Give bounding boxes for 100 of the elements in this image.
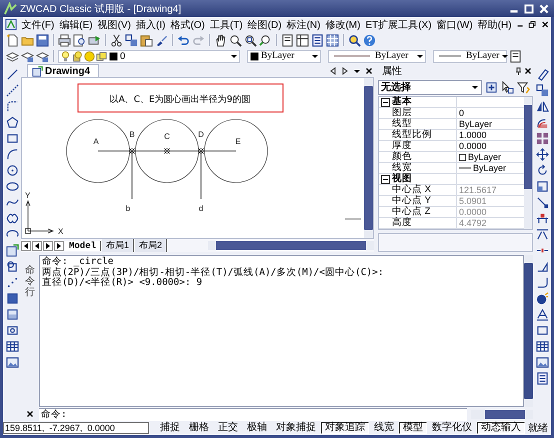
undo-icon[interactable] — [177, 34, 190, 46]
layer-previous-icon[interactable] — [36, 50, 49, 62]
chamfer-icon[interactable] — [536, 260, 548, 273]
tab-navigation-icon[interactable] — [54, 240, 64, 250]
table-icon[interactable] — [6, 340, 18, 353]
property-value[interactable]: ByLayer — [457, 152, 524, 162]
line-icon[interactable] — [6, 68, 18, 81]
vertical-scrollbar[interactable] — [364, 78, 373, 238]
status-toggle[interactable]: 动态输入 — [477, 422, 525, 434]
vertical-scrollbar[interactable] — [524, 255, 533, 407]
calculator-icon[interactable] — [509, 50, 522, 62]
explode-icon[interactable] — [536, 292, 548, 305]
menu-item[interactable]: 视图(V) — [95, 18, 134, 32]
print-icon[interactable] — [58, 34, 71, 46]
rectangle-icon[interactable] — [536, 324, 548, 337]
text-icon[interactable] — [536, 308, 548, 321]
rectangle-icon[interactable] — [6, 132, 18, 145]
menu-item[interactable]: 编辑(E) — [56, 18, 96, 32]
scroll-right-icon[interactable] — [341, 66, 349, 74]
region-icon[interactable] — [6, 324, 18, 337]
menu-item[interactable]: 窗口(W) — [434, 18, 476, 32]
dropdown-arrow-icon[interactable] — [416, 52, 424, 60]
dropdown-arrow-icon[interactable] — [501, 52, 510, 60]
vertical-scrollbar[interactable] — [524, 97, 532, 229]
horizontal-scrollbar[interactable] — [471, 410, 533, 418]
arc-icon[interactable] — [6, 148, 18, 161]
copy-object-icon[interactable] — [536, 84, 548, 97]
property-value[interactable]: 1.0000 — [457, 130, 524, 140]
property-value[interactable]: 0 — [457, 108, 524, 118]
close-icon[interactable] — [540, 20, 549, 29]
menu-item[interactable]: 插入(I) — [133, 18, 168, 32]
menu-item[interactable]: 工具(T) — [207, 18, 246, 32]
array-icon[interactable] — [536, 132, 548, 145]
status-toggle[interactable]: 捕捉 — [156, 422, 184, 434]
trim-icon[interactable] — [536, 212, 548, 225]
status-toggle[interactable]: 数字化仪 — [428, 422, 476, 434]
image-icon[interactable] — [536, 356, 548, 369]
move-icon[interactable] — [536, 148, 548, 161]
scroll-left-icon[interactable] — [329, 66, 337, 74]
hand-pan-icon[interactable] — [214, 34, 227, 46]
publish-icon[interactable] — [88, 34, 101, 46]
dropdown-arrow-icon[interactable] — [311, 52, 319, 60]
mirror-icon[interactable] — [536, 100, 548, 113]
collapse-toggle-icon[interactable] — [381, 174, 390, 184]
help-icon[interactable] — [363, 34, 376, 46]
dropdown-arrow-icon[interactable] — [230, 52, 238, 60]
property-value[interactable]: ByLayer — [457, 163, 524, 173]
block-icon[interactable] — [6, 260, 18, 273]
status-toggle[interactable]: 线宽 — [370, 422, 398, 434]
dropdown-arrow-icon[interactable] — [471, 83, 479, 91]
status-toggle[interactable]: 正交 — [214, 422, 242, 434]
stretch-icon[interactable] — [536, 196, 548, 209]
table-icon[interactable] — [536, 340, 548, 353]
close-icon[interactable] — [26, 410, 34, 418]
insert-block-icon[interactable] — [6, 244, 18, 257]
tab-navigation-icon[interactable] — [32, 240, 42, 250]
document-tab[interactable]: Drawing4 — [27, 64, 100, 77]
new-file-icon[interactable] — [6, 34, 19, 46]
menu-item[interactable]: 格式(O) — [168, 18, 208, 32]
color-dropdown[interactable]: ByLayer — [247, 50, 321, 62]
hatch-icon[interactable] — [6, 292, 18, 305]
status-toggle[interactable]: 栅格 — [185, 422, 213, 434]
menu-item[interactable]: 标注(N) — [284, 18, 323, 32]
menu-item[interactable]: 修改(M) — [322, 18, 363, 32]
search-icon[interactable] — [348, 34, 361, 46]
restore-icon[interactable] — [528, 20, 537, 29]
eraser-icon[interactable] — [536, 68, 548, 81]
ellipse-icon[interactable] — [6, 180, 18, 193]
status-toggle[interactable]: 极轴 — [243, 422, 271, 434]
layout-tab[interactable]: 布局2 — [135, 239, 168, 252]
offset-icon[interactable] — [536, 116, 548, 129]
properties-icon[interactable] — [536, 372, 548, 385]
status-toggle[interactable]: 对象捕捉 — [272, 422, 320, 434]
paste-icon[interactable] — [140, 34, 153, 46]
properties-icon[interactable] — [281, 34, 294, 46]
document-icon[interactable] — [5, 18, 18, 31]
linetype-dropdown[interactable]: ByLayer — [328, 50, 426, 62]
extend-icon[interactable] — [536, 228, 548, 241]
tool-palette-icon[interactable] — [311, 34, 324, 46]
print-preview-icon[interactable] — [73, 34, 86, 46]
filter-icon[interactable] — [517, 80, 530, 94]
revision-cloud-icon[interactable] — [6, 212, 18, 225]
horizontal-scrollbar[interactable] — [208, 241, 374, 250]
close-icon[interactable] — [524, 67, 532, 75]
property-value[interactable]: 0.0000 — [457, 141, 524, 151]
menu-item[interactable]: ET扩展工具(X) — [362, 18, 434, 32]
brush-icon[interactable] — [155, 34, 168, 46]
point-icon[interactable] — [6, 276, 18, 289]
layer-states-icon[interactable] — [21, 50, 34, 62]
fillet-icon[interactable] — [536, 276, 548, 289]
design-center-icon[interactable] — [296, 34, 309, 46]
maximize-icon[interactable] — [523, 2, 535, 14]
selection-dropdown[interactable]: 无选择 — [378, 80, 482, 94]
select-objects-icon[interactable] — [501, 80, 514, 94]
zoom-previous-icon[interactable] — [259, 34, 272, 46]
construction-line-icon[interactable] — [6, 84, 18, 97]
close-icon[interactable] — [365, 66, 373, 74]
status-toggle[interactable]: 模型 — [399, 422, 427, 434]
rotate-icon[interactable] — [536, 164, 548, 177]
property-value[interactable]: ByLayer — [457, 119, 524, 129]
